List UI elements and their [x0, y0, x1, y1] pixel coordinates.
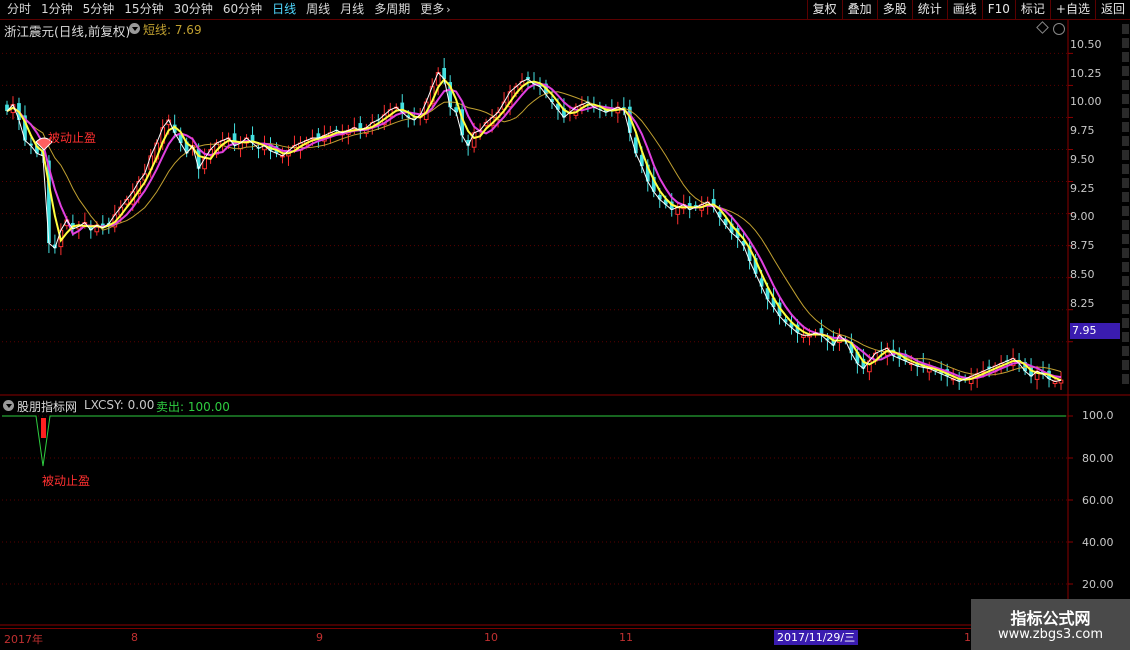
side-panel-cell — [1122, 164, 1129, 174]
side-panel-cell — [1122, 248, 1129, 258]
side-panel-cell — [1122, 136, 1129, 146]
side-panel-cell — [1122, 346, 1129, 356]
side-panel-cell — [1122, 276, 1129, 286]
date-label: 1 — [964, 631, 971, 644]
side-panel-cell — [1122, 80, 1129, 90]
circle-icon[interactable] — [1053, 23, 1065, 35]
indicator-tick: 20.00 — [1082, 578, 1114, 591]
indicator-dropdown-icon[interactable] — [129, 23, 140, 34]
watermark: 指标公式网 www.zbgs3.com — [971, 599, 1130, 650]
ma-fast-line — [6, 71, 1062, 383]
indicator-sell-bar — [41, 418, 46, 438]
indicator-tick: 40.00 — [1082, 536, 1114, 549]
candle-body — [633, 137, 638, 154]
side-panel-cell — [1122, 24, 1129, 34]
price-tick: 10.25 — [1070, 67, 1102, 80]
sell-signal-label: 被动止盈 — [48, 131, 97, 145]
date-label: 2017年 — [4, 633, 43, 646]
side-panel-cell — [1122, 66, 1129, 76]
stock-chart-app: 分时 1分钟 5分钟 15分钟 30分钟 60分钟 日线 周线 月线 多周期 更… — [0, 0, 1130, 650]
chart-header: 浙江震元(日线,前复权) 短线: 7.69 — [0, 20, 1068, 39]
indicator-tick: 60.00 — [1082, 494, 1114, 507]
side-panel-cell — [1122, 178, 1129, 188]
price-tick: 8.50 — [1070, 268, 1095, 281]
watermark-url: www.zbgs3.com — [997, 627, 1104, 642]
ma-long-line — [6, 91, 1062, 376]
indicator-tick: 80.00 — [1082, 452, 1114, 465]
side-panel-cell — [1122, 332, 1129, 342]
side-panel-cell — [1122, 94, 1129, 104]
side-panel-cell — [1122, 304, 1129, 314]
side-panel-cell — [1122, 234, 1129, 244]
side-panel-cell — [1122, 290, 1129, 300]
current-price-flag: 7.95 — [1070, 323, 1120, 339]
side-panel-cell — [1122, 150, 1129, 160]
indicator-value-lxcsy: LXCSY: 0.00 — [84, 398, 155, 412]
watermark-title: 指标公式网 — [1010, 609, 1091, 628]
ma-value-label: 短线: 7.69 — [143, 23, 202, 37]
date-axis: 2017年 8 9 10 11 2017/11/29/三 1 — [0, 628, 1130, 646]
price-tick: 9.75 — [1070, 124, 1095, 137]
indicator-name: 股朋指标网 — [17, 400, 78, 414]
price-tick: 8.25 — [1070, 297, 1095, 310]
date-label: 10 — [484, 631, 498, 644]
price-tick: 9.50 — [1070, 153, 1095, 166]
ma-mid-line — [6, 82, 1062, 380]
price-tick: 10.50 — [1070, 38, 1102, 51]
price-tick: 8.75 — [1070, 239, 1095, 252]
price-tick: 9.00 — [1070, 210, 1095, 223]
side-panel-cell — [1122, 206, 1129, 216]
indicator-tick: 100.0 — [1082, 409, 1114, 422]
date-label: 8 — [131, 631, 138, 644]
side-panel-cell — [1122, 318, 1129, 328]
price-tick: 10.00 — [1070, 95, 1102, 108]
stock-title: 浙江震元(日线,前复权) — [4, 24, 131, 39]
date-label: 9 — [316, 631, 323, 644]
indicator-value-sell: 卖出: 100.00 — [156, 400, 230, 414]
side-panel-cell — [1122, 122, 1129, 132]
diamond-icon[interactable] — [1036, 21, 1049, 34]
side-panel-cell — [1122, 38, 1129, 48]
cursor-date-flag: 2017/11/29/三 — [774, 630, 859, 645]
side-panel-cell — [1122, 360, 1129, 370]
side-panel-cell — [1122, 192, 1129, 202]
side-panel-cell — [1122, 220, 1129, 230]
kline-chart[interactable] — [0, 0, 1130, 650]
indicator-menu-icon[interactable] — [3, 400, 14, 411]
side-panel-cell — [1122, 108, 1129, 118]
sub-signal-label: 被动止盈 — [42, 474, 91, 488]
side-panel-cell — [1122, 52, 1129, 62]
side-panel-cell — [1122, 262, 1129, 272]
side-panel-cell — [1122, 374, 1129, 384]
indicator-header: 股朋指标网 LXCSY: 0.00 卖出: 100.00 — [0, 397, 1068, 414]
price-tick: 9.25 — [1070, 182, 1095, 195]
date-label: 11 — [619, 631, 633, 644]
